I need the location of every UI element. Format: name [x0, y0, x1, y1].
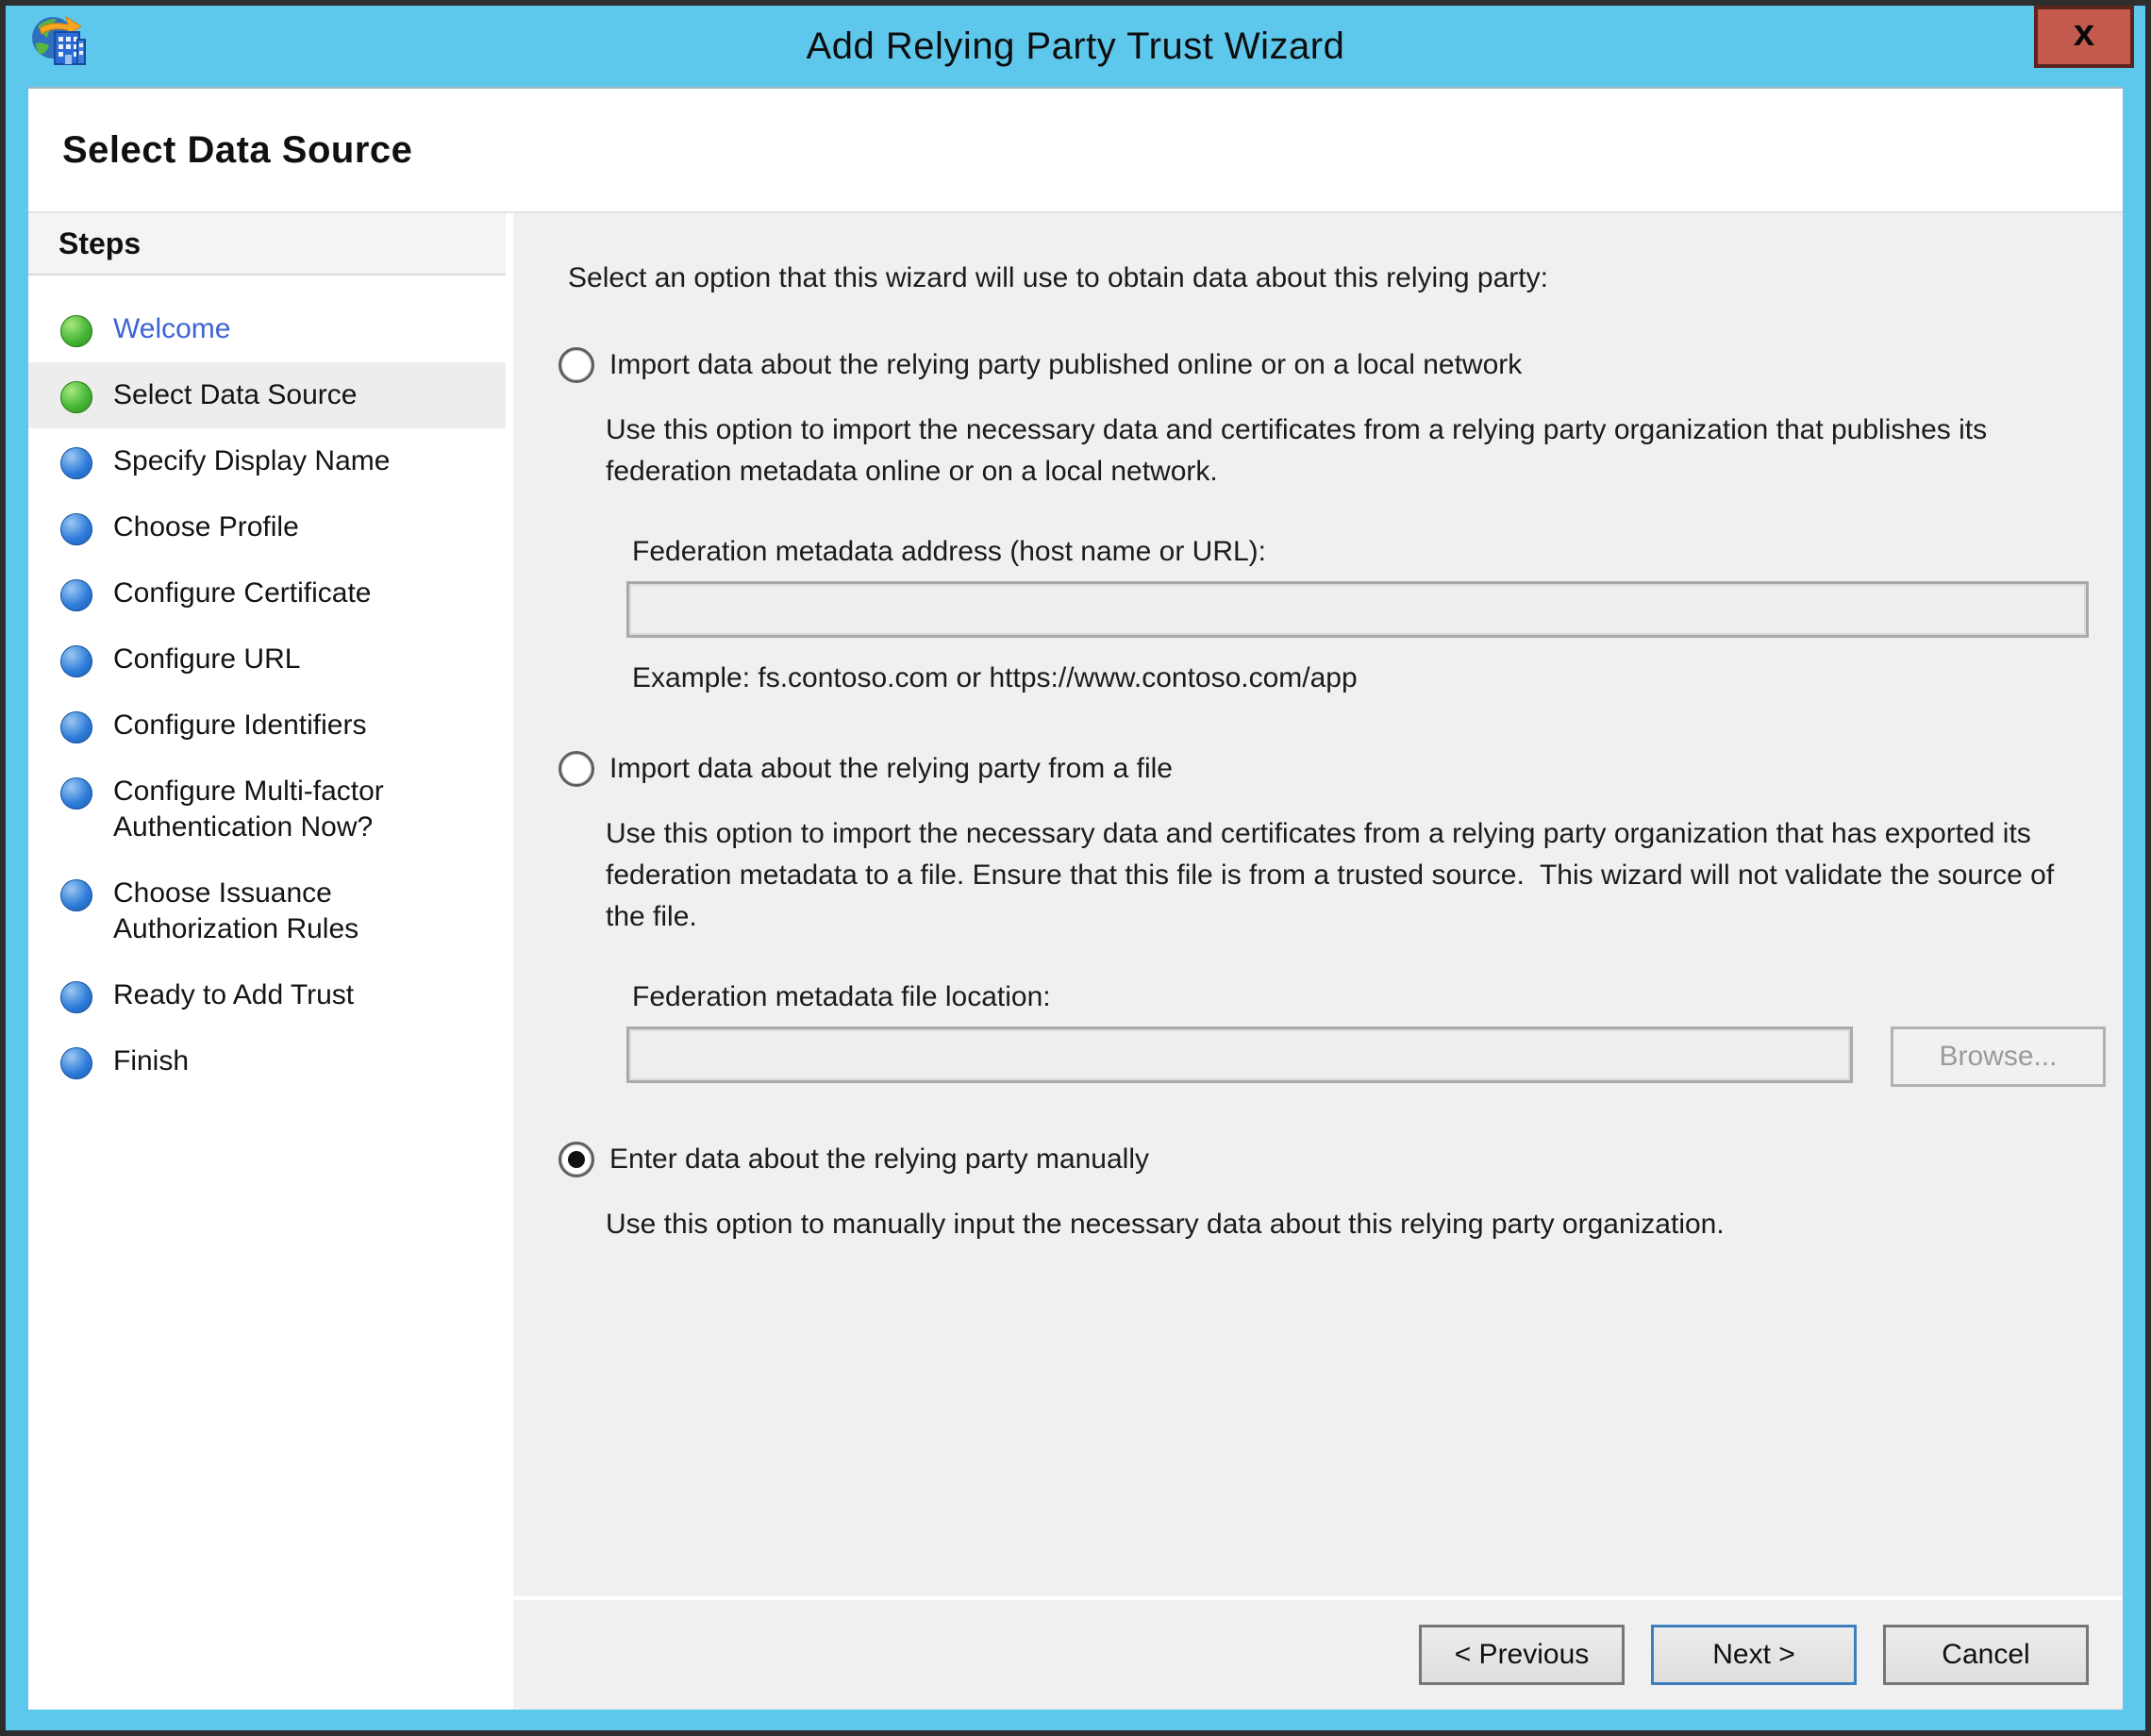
radio-label-enter-manually[interactable]: Enter data about the relying party manua…: [609, 1143, 1149, 1176]
sidebar-step-configure-url: Configure URL: [28, 626, 506, 693]
sidebar-step-configure-multi-factor-authentication-now-: Configure Multi-factor Authentication No…: [28, 759, 506, 860]
sidebar-step-select-data-source: Select Data Source: [28, 362, 506, 428]
sidebar-step-specify-display-name: Specify Display Name: [28, 428, 506, 494]
step-pending-icon: [60, 645, 92, 677]
main-panel: Select an option that this wizard will u…: [513, 213, 2123, 1710]
radio-option-import-file[interactable]: Import data about the relying party from…: [559, 751, 2123, 787]
wizard-body: Select Data Source Steps Welcome Select D…: [28, 87, 2123, 1710]
step-label: Choose Profile: [113, 509, 299, 545]
radio-label-import-online[interactable]: Import data about the relying party publ…: [609, 349, 1522, 381]
sidebar-step-configure-certificate: Configure Certificate: [28, 560, 506, 626]
sidebar-step-choose-issuance-authorization-rules: Choose Issuance Authorization Rules: [28, 860, 506, 962]
step-label: Choose Issuance Authorization Rules: [113, 876, 425, 947]
window-title: Add Relying Party Trust Wizard: [807, 25, 1345, 68]
wizard-window: Add Relying Party Trust Wizard x Select …: [0, 0, 2151, 1736]
step-label: Configure Multi-factor Authentication No…: [113, 774, 425, 845]
step-label: Select Data Source: [113, 377, 357, 413]
next-button[interactable]: Next >: [1651, 1625, 1857, 1685]
close-button[interactable]: x: [2034, 6, 2134, 68]
step-pending-icon: [60, 711, 92, 743]
step-label: Specify Display Name: [113, 443, 390, 479]
steps-title: Steps: [58, 226, 141, 261]
previous-button[interactable]: < Previous: [1419, 1625, 1625, 1685]
select-data-source-content: Select an option that this wizard will u…: [513, 213, 2123, 1596]
radio-option-enter-manually[interactable]: Enter data about the relying party manua…: [559, 1142, 2123, 1177]
step-label: Finish: [113, 1043, 189, 1079]
step-label: Ready to Add Trust: [113, 977, 354, 1013]
step-pending-icon: [60, 447, 92, 479]
step-label: Configure Certificate: [113, 576, 371, 611]
radio-label-import-file[interactable]: Import data about the relying party from…: [609, 753, 1173, 785]
step-label: Configure URL: [113, 642, 300, 677]
page-header: Select Data Source: [28, 89, 2123, 213]
step-complete-icon: [60, 315, 92, 347]
cancel-button[interactable]: Cancel: [1883, 1625, 2089, 1685]
steps-sidebar: Steps Welcome Select Data Source Specify D…: [28, 213, 506, 1710]
steps-header: Steps: [28, 213, 506, 275]
metadata-file-input: [626, 1027, 1853, 1083]
sidebar-step-configure-identifiers: Configure Identifiers: [28, 693, 506, 759]
titlebar: Add Relying Party Trust Wizard x: [6, 6, 2145, 87]
adfs-wizard-icon: [30, 15, 87, 74]
step-pending-icon: [60, 1047, 92, 1079]
metadata-address-label: Federation metadata address (host name o…: [632, 536, 2123, 568]
sidebar-step-welcome[interactable]: Welcome: [28, 296, 506, 362]
step-pending-icon: [60, 777, 92, 810]
metadata-file-label: Federation metadata file location:: [632, 981, 2123, 1013]
intro-text: Select an option that this wizard will u…: [568, 262, 2085, 294]
metadata-address-example: Example: fs.contoso.com or https://www.c…: [632, 662, 2123, 694]
step-label[interactable]: Welcome: [113, 311, 230, 347]
radio-icon-import-online[interactable]: [559, 347, 594, 383]
metadata-address-input: [626, 581, 2089, 638]
step-pending-icon: [60, 981, 92, 1013]
steps-list: Welcome Select Data Source Specify Display…: [28, 275, 506, 1094]
page-title: Select Data Source: [62, 129, 412, 172]
description-import-file: Use this option to import the necessary …: [606, 813, 2077, 938]
description-enter-manually: Use this option to manually input the ne…: [606, 1204, 2085, 1245]
description-import-online: Use this option to import the necessary …: [606, 409, 2085, 492]
radio-icon-import-file[interactable]: [559, 751, 594, 787]
browse-button: Browse...: [1891, 1027, 2106, 1087]
radio-option-import-online[interactable]: Import data about the relying party publ…: [559, 347, 2123, 383]
step-pending-icon: [60, 579, 92, 611]
sidebar-step-choose-profile: Choose Profile: [28, 494, 506, 560]
sidebar-step-ready-to-add-trust: Ready to Add Trust: [28, 962, 506, 1028]
sidebar-step-finish: Finish: [28, 1028, 506, 1094]
step-complete-icon: [60, 381, 92, 413]
radio-icon-enter-manually[interactable]: [559, 1142, 594, 1177]
wizard-button-bar: < Previous Next > Cancel: [513, 1596, 2123, 1710]
step-pending-icon: [60, 513, 92, 545]
step-label: Configure Identifiers: [113, 708, 366, 743]
step-pending-icon: [60, 879, 92, 911]
